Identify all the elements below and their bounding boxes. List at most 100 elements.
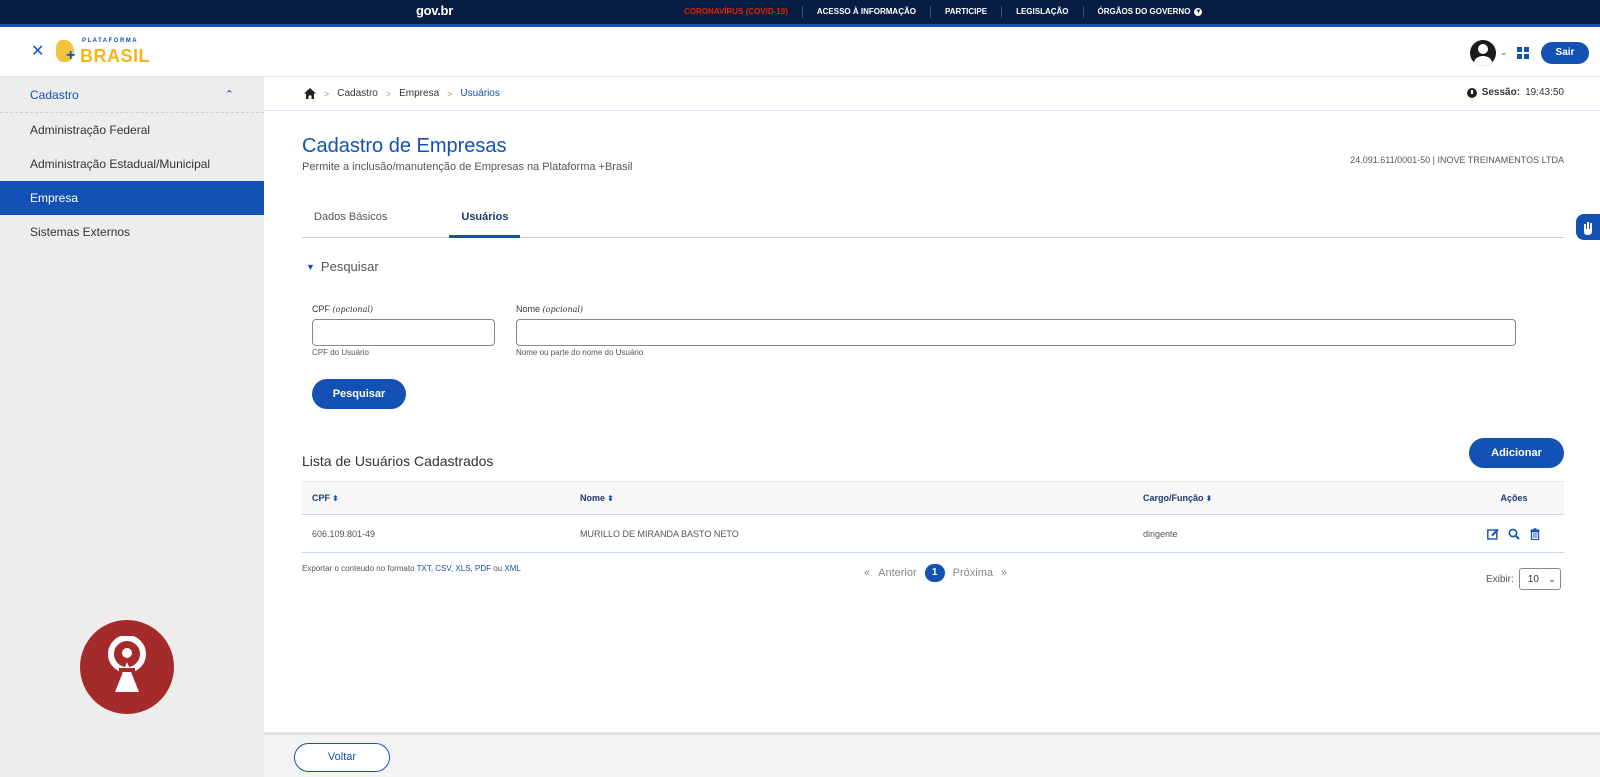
home-icon[interactable] xyxy=(304,88,316,99)
page-title: Cadastro de Empresas xyxy=(302,135,507,157)
cell-acoes xyxy=(1464,527,1564,540)
gov-link-legislacao[interactable]: LEGISLAÇÃO xyxy=(1001,6,1082,18)
logout-button[interactable]: Sair xyxy=(1541,42,1589,64)
breadcrumb-cadastro[interactable]: Cadastro xyxy=(337,88,378,99)
add-user-button[interactable]: Adicionar xyxy=(1469,438,1564,468)
back-button[interactable]: Voltar xyxy=(294,743,390,772)
gov-link-acesso-informacao[interactable]: ACESSO À INFORMAÇÃO xyxy=(801,6,930,18)
sort-icon: ⬍ xyxy=(332,494,339,503)
export-xml-link[interactable]: XML xyxy=(504,564,520,573)
cell-nome: MURILLO DE MIRANDA BASTO NETO xyxy=(580,528,739,539)
tab-dados-basicos[interactable]: Dados Básicos xyxy=(302,204,399,238)
trash-icon[interactable] xyxy=(1529,527,1541,540)
breadcrumb: > Cadastro > Empresa > Usuários xyxy=(304,88,500,99)
column-header-nome-label: Nome xyxy=(580,493,606,503)
sidebar-item-empresa[interactable]: Empresa xyxy=(0,181,264,215)
sort-icon: ⬍ xyxy=(607,494,614,503)
chevron-right-icon: > xyxy=(324,88,330,99)
cpf-optional-text: (opcional) xyxy=(332,305,374,314)
export-prefix: Exportar o conteudo no formato xyxy=(302,564,415,573)
search-toggle-label: Pesquisar xyxy=(320,259,379,274)
brand-plus-text: + xyxy=(66,47,76,64)
cell-cpf: 606.109.801-49 xyxy=(312,528,376,539)
chevron-down-icon[interactable]: ⌄ xyxy=(1500,47,1508,58)
page-size-select[interactable]: 10 ⌄ xyxy=(1518,568,1561,590)
sidebar-item-administracao-estadual[interactable]: Administração Estadual/Municipal xyxy=(0,147,264,181)
clock-icon xyxy=(1466,87,1477,98)
gov-link-orgaos[interactable]: ÓRGÃOS DO GOVERNO ▼ xyxy=(1082,6,1217,18)
column-header-cargo-label: Cargo/Função xyxy=(1143,493,1204,503)
chevron-down-icon: ▼ xyxy=(306,261,315,272)
cell-cargo: dirigente xyxy=(1143,528,1178,539)
sidebar-section-label: Cadastro xyxy=(30,87,79,102)
session-timer: Sessão: 19:43:50 xyxy=(1466,87,1564,98)
pagination: « Anterior 1 Próxima » xyxy=(864,564,1007,582)
column-header-cpf-label: CPF xyxy=(312,493,330,503)
page-subtitle: Permite a inclusão/manutenção de Empresa… xyxy=(302,161,633,173)
brand-main-text: BRASIL xyxy=(80,46,150,66)
chevron-down-icon: ▼ xyxy=(1194,8,1203,16)
double-chevron-right-icon[interactable]: » xyxy=(1001,567,1007,579)
search-icon[interactable] xyxy=(1508,528,1520,540)
user-avatar-icon[interactable] xyxy=(1470,40,1496,66)
column-header-cpf[interactable]: CPF ⬍ xyxy=(302,493,580,503)
nome-label-text: Nome xyxy=(516,304,541,314)
plataforma-brasil-logo[interactable]: PLATAFORMA + BRASIL xyxy=(56,35,150,69)
pagination-prev[interactable]: Anterior xyxy=(878,567,917,579)
company-info: 24.091.611/0001-50 | INOVE TREINAMENTOS … xyxy=(1350,155,1564,165)
hand-icon xyxy=(1584,222,1592,235)
breadcrumb-usuarios: Usuários xyxy=(460,88,500,99)
tab-usuarios[interactable]: Usuários xyxy=(449,204,521,238)
gov-link-participe[interactable]: PARTICIPE xyxy=(929,6,1001,18)
double-chevron-left-icon[interactable]: « xyxy=(864,567,870,579)
search-button[interactable]: Pesquisar xyxy=(312,379,406,409)
brand-logo-icon xyxy=(80,620,174,714)
app-header: ✕ PLATAFORMA + BRASIL ⌄ Sair xyxy=(0,27,1600,77)
chevron-up-icon: ⌃ xyxy=(224,89,234,101)
gov-bar: gov.br CORONAVÍRUS (COVID-19) ACESSO À I… xyxy=(0,0,1600,24)
chevron-right-icon: > xyxy=(385,88,392,99)
page-size-value: 10 xyxy=(1527,573,1539,585)
breadcrumb-empresa[interactable]: Empresa xyxy=(399,88,439,99)
page-size-label: Exibir: xyxy=(1486,573,1514,585)
pagination-page-current[interactable]: 1 xyxy=(924,564,945,582)
nome-input[interactable] xyxy=(516,319,1516,346)
accessibility-hands-icon[interactable] xyxy=(1576,214,1600,240)
nome-optional-text: (opcional) xyxy=(542,305,584,314)
sidebar-section-cadastro[interactable]: Cadastro ⌃ xyxy=(0,77,264,113)
apps-grid-icon[interactable] xyxy=(1517,47,1529,59)
column-header-nome[interactable]: Nome ⬍ xyxy=(580,493,1143,503)
tab-bar: Dados Básicos Usuários xyxy=(302,204,1564,238)
close-menu-icon[interactable]: ✕ xyxy=(31,41,44,61)
cpf-help: CPF do Usuário xyxy=(312,348,369,357)
table-row: 606.109.801-49 MURILLO DE MIRANDA BASTO … xyxy=(302,515,1564,553)
export-or: ou xyxy=(493,564,503,573)
cpf-input[interactable] xyxy=(312,319,495,346)
edit-icon[interactable] xyxy=(1487,528,1499,540)
nome-help: Nome ou parte do nome do Usuário xyxy=(516,348,644,357)
avatar-head xyxy=(1478,44,1488,54)
export-formats-link[interactable]: TXT, CSV, XLS, PDF xyxy=(417,564,491,573)
page-size-control: Exibir: 10 ⌄ xyxy=(1486,568,1561,590)
sort-icon: ⬍ xyxy=(1205,494,1213,503)
sidebar-item-administracao-federal[interactable]: Administração Federal xyxy=(0,113,264,147)
sidebar-item-sistemas-externos[interactable]: Sistemas Externos xyxy=(0,215,264,249)
cpf-label-text: CPF xyxy=(312,304,330,314)
chevron-down-icon: ⌄ xyxy=(1548,573,1556,584)
nome-label: Nome (opcional) xyxy=(516,304,583,314)
gov-links: CORONAVÍRUS (COVID-19) ACESSO À INFORMAÇ… xyxy=(672,0,1216,24)
cpf-label: CPF (opcional) xyxy=(312,304,373,314)
sidebar: Cadastro ⌃ Administração Federal Adminis… xyxy=(0,77,264,777)
table-header: CPF ⬍ Nome ⬍ Cargo/Função ⬍ Ações xyxy=(302,481,1564,515)
avatar-body xyxy=(1474,56,1492,66)
keyhole-icon xyxy=(108,636,146,692)
search-toggle[interactable]: ▼ Pesquisar xyxy=(306,259,379,274)
column-header-cargo[interactable]: Cargo/Função ⬍ xyxy=(1143,493,1464,503)
column-header-acoes: Ações xyxy=(1500,493,1528,503)
govbr-logo[interactable]: gov.br xyxy=(416,3,453,18)
gov-link-covid[interactable]: CORONAVÍRUS (COVID-19) xyxy=(672,6,802,18)
brand-top-text: PLATAFORMA xyxy=(82,38,139,44)
session-label: Sessão: xyxy=(1481,87,1521,98)
pagination-next[interactable]: Próxima xyxy=(953,567,993,579)
list-title: Lista de Usuários Cadastrados xyxy=(302,453,494,469)
